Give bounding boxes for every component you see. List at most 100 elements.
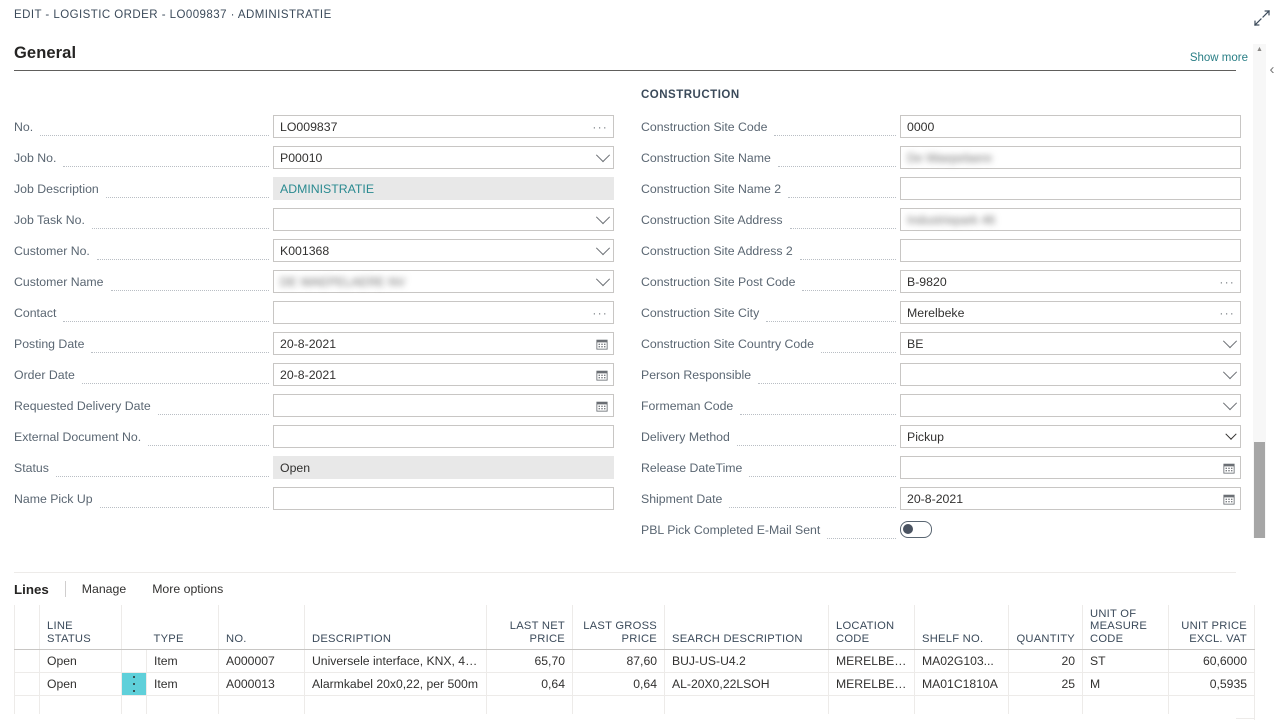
field-input-posting-date[interactable]: 20-8-2021 bbox=[273, 332, 614, 355]
cell-lastnet[interactable]: 65,70 bbox=[486, 649, 573, 673]
cell-desc[interactable]: Alarmkabel 20x0,22, per 500m bbox=[304, 672, 487, 696]
cell-status[interactable]: Open bbox=[39, 672, 122, 696]
cell-lastnet[interactable]: 0,64 bbox=[486, 672, 573, 696]
cell-no[interactable]: A000007 bbox=[218, 649, 305, 673]
field-input-construction-site-address[interactable]: Industriepark 46 bbox=[900, 208, 1241, 231]
scroll-up-arrow-icon[interactable]: ▲ bbox=[1253, 46, 1266, 53]
ellipsis-lookup-icon[interactable]: ··· bbox=[1219, 302, 1235, 323]
toggle-pbl-pick-completed-e-mail-sent[interactable] bbox=[900, 521, 932, 538]
calendar-icon[interactable] bbox=[1223, 457, 1235, 478]
calendar-icon[interactable] bbox=[596, 333, 608, 354]
chevron-down-icon[interactable] bbox=[595, 240, 611, 261]
cell-qty[interactable]: 20 bbox=[1008, 649, 1083, 673]
column-header-desc[interactable]: DESCRIPTION bbox=[304, 605, 487, 650]
scrollbar-thumb[interactable] bbox=[1254, 442, 1265, 538]
cell-type[interactable]: Item bbox=[146, 672, 219, 696]
field-input-delivery-method[interactable]: Pickup bbox=[900, 425, 1241, 448]
lines-action-more-options[interactable]: More options bbox=[152, 582, 223, 596]
cell-qty[interactable]: 25 bbox=[1008, 672, 1083, 696]
cell-uom[interactable]: ST bbox=[1082, 649, 1169, 673]
field-input-no[interactable]: LO009837 ··· bbox=[273, 115, 614, 138]
field-label-construction-site-country-code: Construction Site Country Code bbox=[641, 336, 814, 351]
column-header-unitprice[interactable]: UNIT PRICE EXCL. VAT bbox=[1168, 605, 1255, 650]
ellipsis-lookup-icon[interactable]: ··· bbox=[592, 302, 608, 323]
field-input-release-datetime[interactable] bbox=[900, 456, 1241, 479]
cell-loccode[interactable]: MERELBEKE bbox=[828, 649, 915, 673]
field-input-customer-name[interactable]: DE WAEPELAERE NV bbox=[273, 270, 614, 293]
cell-unitprice[interactable]: 60,6000 bbox=[1168, 649, 1255, 673]
field-input-job-no[interactable]: P00010 bbox=[273, 146, 614, 169]
row-menu-cell[interactable] bbox=[121, 649, 147, 673]
column-header-type[interactable]: TYPE bbox=[146, 605, 219, 650]
ellipsis-lookup-icon[interactable]: ··· bbox=[1219, 271, 1235, 292]
lines-action-manage[interactable]: Manage bbox=[82, 582, 126, 596]
field-input-person-responsible[interactable] bbox=[900, 363, 1241, 386]
chevron-down-icon[interactable] bbox=[595, 271, 611, 292]
chevron-down-icon[interactable] bbox=[595, 209, 611, 230]
field-input-formeman-code[interactable] bbox=[900, 394, 1241, 417]
collapse-pane-chevron-icon[interactable]: ‹ bbox=[1265, 55, 1279, 85]
ellipsis-lookup-icon[interactable]: ··· bbox=[592, 116, 608, 137]
cell-type[interactable]: Item bbox=[146, 649, 219, 673]
column-header-menu[interactable] bbox=[121, 605, 147, 650]
column-header-loccode[interactable]: LOCATION CODE bbox=[828, 605, 915, 650]
horizontal-scrollbar[interactable] bbox=[14, 714, 1236, 720]
chevron-down-icon[interactable] bbox=[1225, 426, 1237, 447]
cell-sel[interactable] bbox=[14, 649, 40, 673]
field-input-requested-delivery-date[interactable] bbox=[273, 394, 614, 417]
field-input-shipment-date[interactable]: 20-8-2021 bbox=[900, 487, 1241, 510]
field-input-external-document-no[interactable] bbox=[273, 425, 614, 448]
cell-desc[interactable]: Universele interface, KNX, 4 voudig bbox=[304, 649, 487, 673]
field-input-name-pick-up[interactable] bbox=[273, 487, 614, 510]
table-row[interactable]: Open Item A000013 Alarmkabel 20x0,22, per 5… bbox=[14, 672, 1255, 696]
column-header-uom[interactable]: UNIT OF MEASURE CODE bbox=[1082, 605, 1169, 650]
field-input-order-date[interactable]: 20-8-2021 bbox=[273, 363, 614, 386]
cell-status[interactable]: Open bbox=[39, 649, 122, 673]
more-vertical-icon[interactable] bbox=[129, 673, 139, 695]
cell-uom[interactable]: M bbox=[1082, 672, 1169, 696]
calendar-icon[interactable] bbox=[596, 364, 608, 385]
cell-sel[interactable] bbox=[14, 672, 40, 696]
field-label-construction-site-code: Construction Site Code bbox=[641, 119, 768, 134]
cell-shelf[interactable]: MA01C1810A bbox=[914, 672, 1009, 696]
field-input-construction-site-address-2[interactable] bbox=[900, 239, 1241, 262]
cell-lastgross[interactable]: 0,64 bbox=[572, 672, 665, 696]
column-header-shelf[interactable]: SHELF NO. bbox=[914, 605, 1009, 650]
field-value-job-no: P00010 bbox=[280, 150, 323, 165]
field-input-contact[interactable]: ··· bbox=[273, 301, 614, 324]
chevron-down-icon[interactable] bbox=[1222, 395, 1238, 416]
cell-no[interactable]: A000013 bbox=[218, 672, 305, 696]
field-input-construction-site-name-2[interactable] bbox=[900, 177, 1241, 200]
table-row[interactable]: Open Item A000007 Universele interface, KNX… bbox=[14, 649, 1255, 673]
cell-unitprice[interactable]: 0,5935 bbox=[1168, 672, 1255, 696]
field-input-construction-site-city[interactable]: Merelbeke ··· bbox=[900, 301, 1241, 324]
field-input-job-task-no[interactable] bbox=[273, 208, 614, 231]
calendar-icon[interactable] bbox=[596, 395, 608, 416]
chevron-down-icon[interactable] bbox=[595, 147, 611, 168]
chevron-down-icon[interactable] bbox=[1222, 333, 1238, 354]
column-header-lastgross[interactable]: LAST GROSS PRICE bbox=[572, 605, 665, 650]
chevron-down-icon[interactable] bbox=[1222, 364, 1238, 385]
column-header-no[interactable]: NO. bbox=[218, 605, 305, 650]
field-label-order-date: Order Date bbox=[14, 367, 75, 382]
field-input-construction-site-country-code[interactable]: BE bbox=[900, 332, 1241, 355]
cell-lastgross[interactable]: 87,60 bbox=[572, 649, 665, 673]
column-header-lastnet[interactable]: LAST NET PRICE bbox=[486, 605, 573, 650]
cell-shelf[interactable]: MA02G103... bbox=[914, 649, 1009, 673]
field-input-construction-site-name[interactable]: De Waepelaere bbox=[900, 146, 1241, 169]
vertical-scrollbar[interactable]: ▲ bbox=[1253, 44, 1266, 538]
field-input-customer-no[interactable]: K001368 bbox=[273, 239, 614, 262]
row-menu-cell[interactable] bbox=[121, 672, 147, 696]
field-input-construction-site-code[interactable]: 0000 bbox=[900, 115, 1241, 138]
restore-down-icon[interactable] bbox=[1252, 8, 1272, 28]
cell-searchdesc[interactable]: BUJ-US-U4.2 bbox=[664, 649, 829, 673]
cell-loccode[interactable]: MERELBEKE bbox=[828, 672, 915, 696]
cell-searchdesc[interactable]: AL-20X0,22LSOH bbox=[664, 672, 829, 696]
field-input-construction-site-post-code[interactable]: B-9820 ··· bbox=[900, 270, 1241, 293]
column-header-sel[interactable] bbox=[14, 605, 40, 650]
column-header-status[interactable]: LINE STATUS bbox=[39, 605, 122, 650]
column-header-searchdesc[interactable]: SEARCH DESCRIPTION bbox=[664, 605, 829, 650]
column-header-qty[interactable]: QUANTITY bbox=[1008, 605, 1083, 650]
show-more-link[interactable]: Show more bbox=[1190, 52, 1248, 64]
calendar-icon[interactable] bbox=[1223, 488, 1235, 509]
